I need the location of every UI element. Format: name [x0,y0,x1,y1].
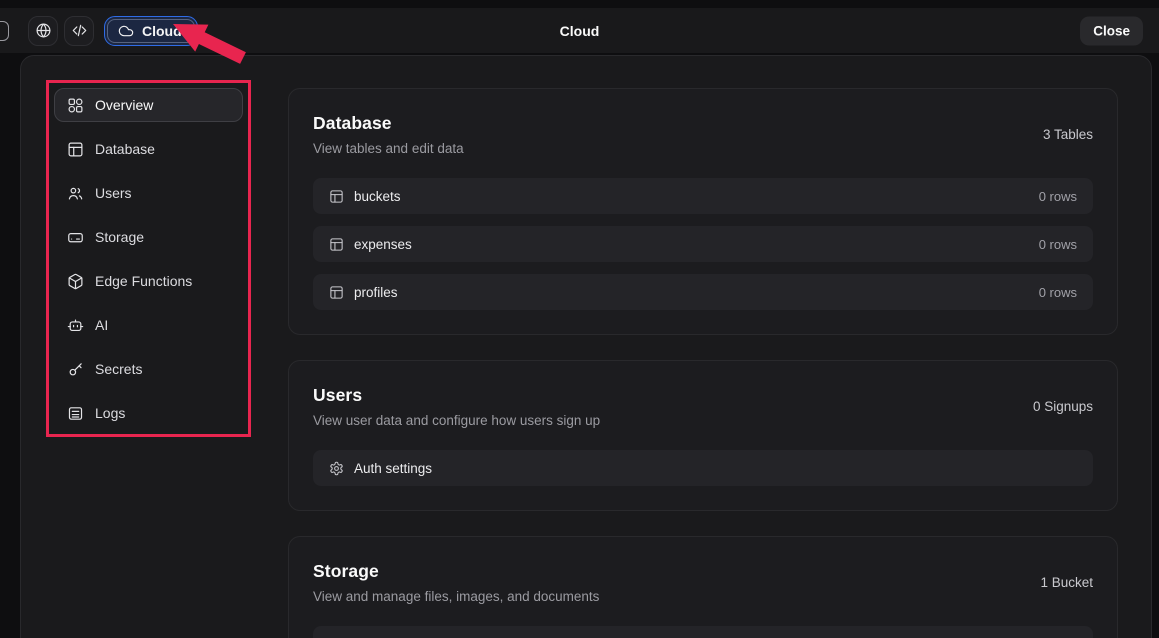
page-title: Cloud [560,23,600,39]
card-subtitle: View tables and edit data [313,141,464,156]
sidebar-item-label: Overview [95,97,153,113]
card-rows [313,626,1093,638]
cube-icon [67,273,84,290]
card-users: Users View user data and configure how u… [288,360,1118,511]
table-icon [329,237,344,252]
row-value: 0 rows [1039,285,1077,300]
bot-icon [67,317,84,334]
sidebar-item-label: Storage [95,229,144,245]
card-title-block: Database View tables and edit data [313,113,464,156]
card-title-block: Users View user data and configure how u… [313,385,600,428]
sidebar-item-storage[interactable]: Storage [54,220,243,254]
globe-icon [35,22,52,39]
logs-icon [67,405,84,422]
sidebar-item-database[interactable]: Database [54,132,243,166]
card-database: Database View tables and edit data 3 Tab… [288,88,1118,335]
cloud-panel: Overview Database Users Storage Edge Fun… [20,55,1152,638]
cloud-button[interactable]: Cloud [104,16,198,46]
row-auth-settings[interactable]: Auth settings [313,450,1093,486]
card-header: Database View tables and edit data 3 Tab… [313,113,1093,156]
card-title: Database [313,113,464,134]
device-preview-icon [0,21,9,41]
row-buckets[interactable]: buckets 0 rows [313,178,1093,214]
row-label: profiles [354,285,398,300]
sidebar-item-ai[interactable]: AI [54,308,243,342]
row-expenses[interactable]: expenses 0 rows [313,226,1093,262]
sidebar-item-secrets[interactable]: Secrets [54,352,243,386]
sidebar-item-label: Users [95,185,132,201]
cloud-button-inner: Cloud [107,19,195,43]
card-count: 3 Tables [1043,127,1093,142]
row-label: expenses [354,237,412,252]
sidebar-item-label: Logs [95,405,125,421]
card-count: 0 Signups [1033,399,1093,414]
card-title: Storage [313,561,599,582]
card-storage: Storage View and manage files, images, a… [288,536,1118,638]
drive-icon [67,229,84,246]
card-count: 1 Bucket [1040,575,1093,590]
sidebar-item-users[interactable]: Users [54,176,243,210]
row-label: buckets [354,189,401,204]
card-header: Users View user data and configure how u… [313,385,1093,428]
row-profiles[interactable]: profiles 0 rows [313,274,1093,310]
sidebar: Overview Database Users Storage Edge Fun… [21,56,287,638]
sidebar-item-label: Database [95,141,155,157]
card-row[interactable] [313,626,1093,638]
code-icon [71,22,88,39]
sidebar-item-logs[interactable]: Logs [54,396,243,430]
table-icon [329,285,344,300]
code-view-button[interactable] [64,16,94,46]
sidebar-item-edge-functions[interactable]: Edge Functions [54,264,243,298]
top-toolbar: Cloud Cloud Close [0,8,1159,53]
sidebar-item-label: AI [95,317,108,333]
row-label: Auth settings [354,461,432,476]
card-title-block: Storage View and manage files, images, a… [313,561,599,604]
table-icon [329,189,344,204]
close-button[interactable]: Close [1080,16,1143,45]
card-rows: buckets 0 rows expenses 0 rows profiles … [313,178,1093,310]
card-subtitle: View and manage files, images, and docum… [313,589,599,604]
users-icon [67,185,84,202]
cloud-button-label: Cloud [142,23,182,39]
row-value: 0 rows [1039,237,1077,252]
gear-icon [329,461,344,476]
sidebar-navigation: Overview Database Users Storage Edge Fun… [46,80,251,437]
sidebar-item-overview[interactable]: Overview [54,88,243,122]
grid-icon [67,97,84,114]
key-icon [67,361,84,378]
card-subtitle: View user data and configure how users s… [313,413,600,428]
cloud-icon [118,23,134,39]
toolbar-left-group: Cloud [28,8,198,53]
row-value: 0 rows [1039,189,1077,204]
card-title: Users [313,385,600,406]
main-content: Database View tables and edit data 3 Tab… [287,56,1151,638]
sidebar-item-label: Edge Functions [95,273,192,289]
card-header: Storage View and manage files, images, a… [313,561,1093,604]
globe-button[interactable] [28,16,58,46]
card-rows: Auth settings [313,450,1093,486]
sidebar-item-label: Secrets [95,361,142,377]
table-icon [67,141,84,158]
